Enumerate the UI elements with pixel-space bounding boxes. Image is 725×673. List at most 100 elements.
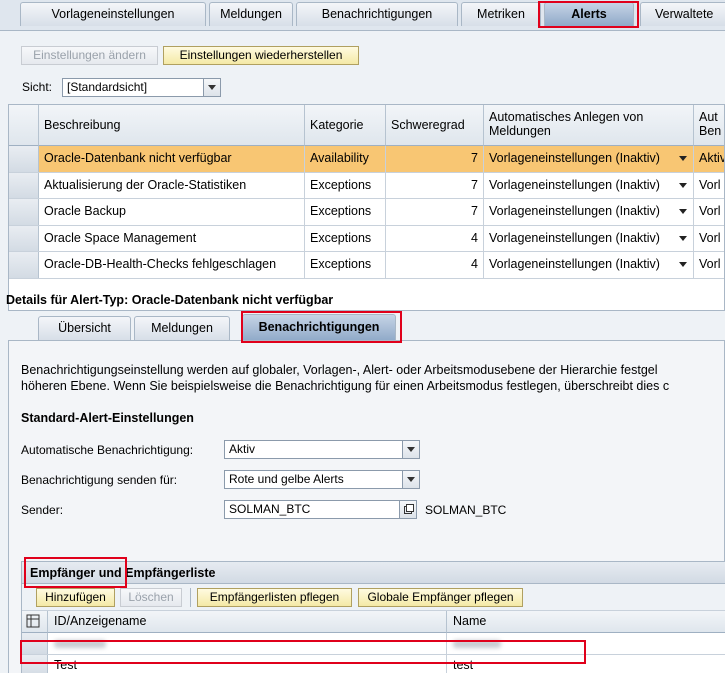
cell-auto-notify[interactable]: Vorl	[694, 199, 724, 225]
cell-severity: 4	[386, 225, 484, 251]
cell-category: Exceptions	[305, 199, 386, 225]
alert-types-table: Beschreibung Kategorie Schweregrad Autom…	[8, 104, 725, 311]
dropdown-arrow-icon[interactable]	[679, 209, 687, 214]
row-selector[interactable]	[9, 199, 39, 225]
send-for-select[interactable]: Rote und gelbe Alerts	[224, 470, 420, 489]
chevron-down-icon[interactable]	[203, 79, 220, 96]
dropdown-arrow-icon[interactable]	[679, 182, 687, 188]
tab-details-meldungen[interactable]: Meldungen	[134, 316, 230, 340]
recipient-id-redacted	[48, 633, 447, 654]
dropdown-arrow-icon[interactable]	[679, 235, 687, 241]
table-row[interactable]: Oracle-Datenbank nicht verfügbar Availab…	[9, 146, 724, 173]
delete-button[interactable]: Löschen	[120, 588, 182, 607]
redacted-text	[453, 640, 501, 648]
table-row[interactable]: Oracle Backup Exceptions 7 Vorlageneinst…	[9, 199, 724, 226]
cell-category: Exceptions	[305, 225, 386, 251]
column-header-id[interactable]: ID/Anzeigename	[48, 611, 447, 633]
recipient-name-redacted	[447, 633, 725, 654]
cell-auto-notify[interactable]: Vorl	[694, 252, 724, 278]
tab-vorlageneinstellungen[interactable]: Vorlageneinstellungen	[20, 2, 206, 26]
tab-meldungen[interactable]: Meldungen	[209, 2, 293, 26]
row-selector[interactable]	[9, 252, 39, 278]
cell-description: Oracle-Datenbank nicht verfügbar	[39, 146, 305, 172]
column-header-auto-create[interactable]: Automatisches Anlegen von Meldungen	[484, 105, 694, 146]
column-header-category[interactable]: Kategorie	[305, 105, 386, 146]
dropdown-arrow-icon[interactable]	[679, 156, 687, 161]
recipients-title: Empfänger und Empfängerliste	[22, 562, 725, 584]
add-button[interactable]: Hinzufügen	[36, 588, 115, 607]
column-header-auto-notify[interactable]: Aut Ben	[694, 105, 724, 146]
auto-create-dropdown[interactable]: Vorlageneinstellungen (Inaktiv)	[484, 225, 694, 251]
send-for-label: Benachrichtigung senden für:	[21, 473, 178, 487]
sender-input-value: SOLMAN_BTC	[229, 502, 311, 516]
sender-input[interactable]: SOLMAN_BTC	[224, 500, 417, 519]
tab-details-benachrichtigungen[interactable]: Benachrichtigungen	[242, 314, 396, 341]
recipients-panel: Empfänger und Empfängerliste Hinzufügen …	[21, 561, 725, 673]
view-label: Sicht:	[22, 80, 53, 94]
table-row[interactable]: Aktualisierung der Oracle-Statistiken Ex…	[9, 172, 724, 199]
cell-category: Exceptions	[305, 172, 386, 198]
recipient-id: Test	[48, 655, 447, 673]
column-header-description[interactable]: Beschreibung	[39, 105, 305, 146]
maintain-recipient-lists-button[interactable]: Empfängerlisten pflegen	[197, 588, 352, 607]
column-header-auto-notify-line1: Aut	[699, 110, 718, 124]
row-selector-header	[9, 105, 39, 146]
section-title: Standard-Alert-Einstellungen	[21, 411, 194, 425]
row-selector[interactable]	[22, 633, 48, 654]
cell-auto-notify[interactable]: Vorl	[694, 173, 724, 199]
top-tab-bar: Vorlageneinstellungen Meldungen Benachri…	[0, 0, 725, 30]
recipient-row[interactable]	[22, 633, 725, 655]
recipient-row[interactable]: Test test	[22, 655, 725, 673]
auto-create-dropdown[interactable]: Vorlageneinstellungen (Inaktiv)	[484, 199, 694, 225]
maintain-global-recipients-button[interactable]: Globale Empfänger pflegen	[358, 588, 523, 607]
redacted-text	[54, 640, 106, 648]
cell-auto-notify[interactable]: Vorl	[694, 226, 724, 252]
auto-notification-select[interactable]: Aktiv	[224, 440, 420, 459]
cell-category: Exceptions	[305, 252, 386, 278]
auto-create-dropdown[interactable]: Vorlageneinstellungen (Inaktiv)	[484, 252, 694, 278]
auto-create-value: Vorlageneinstellungen (Inaktiv)	[489, 257, 660, 271]
cell-description: Oracle Backup	[39, 199, 305, 225]
info-text-line1: Benachrichtigungseinstellung werden auf …	[21, 363, 658, 377]
sender-description: SOLMAN_BTC	[425, 503, 507, 517]
chevron-down-icon[interactable]	[402, 441, 419, 458]
table-settings-icon[interactable]	[22, 611, 48, 633]
send-for-value: Rote und gelbe Alerts	[229, 472, 344, 486]
tab-alerts[interactable]: Alerts	[544, 2, 634, 26]
tab-overview[interactable]: Übersicht	[38, 316, 131, 340]
row-selector[interactable]	[9, 225, 39, 251]
column-header-auto-create-line1: Automatisches Anlegen von	[489, 110, 644, 124]
tab-verwaltete[interactable]: Verwaltete	[640, 2, 725, 26]
dropdown-arrow-icon[interactable]	[679, 262, 687, 267]
auto-create-dropdown[interactable]: Vorlageneinstellungen (Inaktiv)	[484, 172, 694, 198]
row-selector[interactable]	[9, 172, 39, 198]
cell-severity: 7	[386, 172, 484, 198]
notification-details: Benachrichtigungseinstellung werden auf …	[8, 340, 725, 673]
auto-create-value: Vorlageneinstellungen (Inaktiv)	[489, 204, 660, 218]
restore-settings-button[interactable]: Einstellungen wiederherstellen	[163, 46, 359, 65]
cell-auto-notify[interactable]: Aktiv	[694, 146, 724, 172]
cell-description: Oracle Space Management	[39, 225, 305, 251]
auto-create-dropdown[interactable]: Vorlageneinstellungen (Inaktiv)	[484, 146, 694, 172]
table-row[interactable]: Oracle-DB-Health-Checks fehlgeschlagen E…	[9, 252, 724, 279]
column-header-severity[interactable]: Schweregrad	[386, 105, 484, 146]
table-row[interactable]: Oracle Space Management Exceptions 4 Vor…	[9, 225, 724, 252]
tab-metriken[interactable]: Metriken	[461, 2, 541, 26]
view-select-value: [Standardsicht]	[67, 80, 148, 94]
row-selector[interactable]	[9, 146, 39, 172]
cell-description: Aktualisierung der Oracle-Statistiken	[39, 172, 305, 198]
auto-create-value: Vorlageneinstellungen (Inaktiv)	[489, 230, 660, 245]
alerts-panel: Einstellungen ändern Einstellungen wiede…	[0, 30, 725, 673]
change-settings-button[interactable]: Einstellungen ändern	[21, 46, 158, 65]
details-title: Details für Alert-Typ: Oracle-Datenbank …	[6, 293, 334, 307]
row-selector[interactable]	[22, 655, 48, 673]
view-select[interactable]: [Standardsicht]	[62, 78, 221, 97]
column-header-name[interactable]: Name	[447, 611, 725, 633]
tab-benachrichtigungen[interactable]: Benachrichtigungen	[296, 2, 458, 26]
chevron-down-icon[interactable]	[402, 471, 419, 488]
sender-label: Sender:	[21, 503, 64, 517]
auto-create-value: Vorlageneinstellungen (Inaktiv)	[489, 177, 660, 192]
recipient-name: test	[447, 655, 725, 673]
value-help-icon[interactable]	[399, 501, 416, 518]
auto-create-value: Vorlageneinstellungen (Inaktiv)	[489, 151, 660, 165]
